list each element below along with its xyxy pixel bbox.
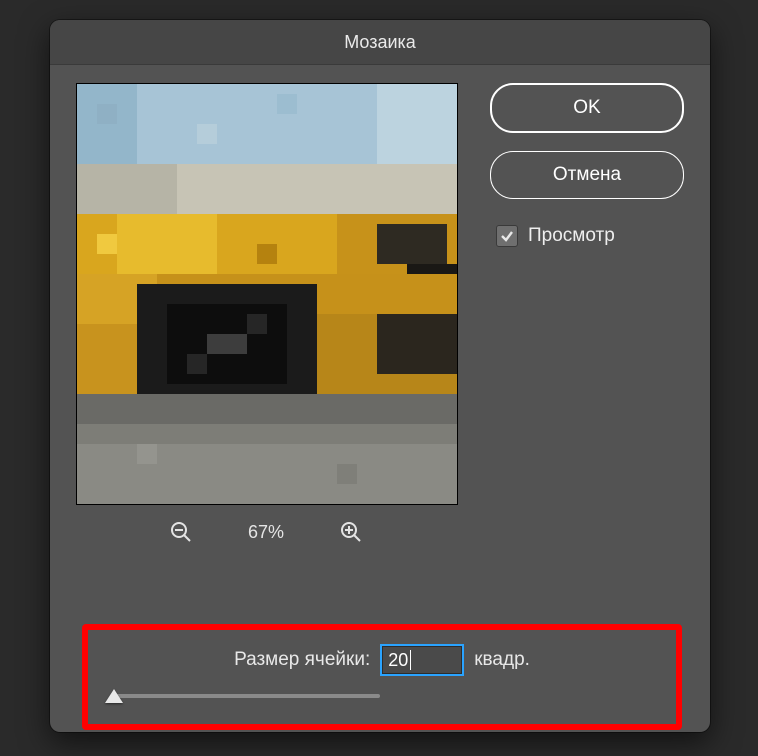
cell-size-label: Размер ячейки:: [234, 649, 370, 671]
dialog-titlebar: Мозаика: [50, 20, 710, 65]
cell-size-panel: Размер ячейки: 20 квадр.: [82, 624, 682, 730]
cell-size-input[interactable]: 20: [380, 644, 464, 676]
mosaic-dialog: Мозаика: [50, 20, 710, 732]
zoom-in-icon[interactable]: [338, 519, 364, 545]
ok-button-label: OK: [573, 97, 600, 119]
preview-image[interactable]: [76, 83, 458, 505]
cancel-button[interactable]: Отмена: [490, 151, 684, 199]
cancel-button-label: Отмена: [553, 164, 621, 186]
zoom-controls: 67%: [76, 519, 456, 545]
ok-button[interactable]: OK: [490, 83, 684, 133]
cell-size-unit: квадр.: [474, 649, 530, 671]
cell-size-value: 20: [388, 650, 408, 671]
preview-checkbox[interactable]: [496, 225, 518, 247]
zoom-level: 67%: [248, 522, 284, 543]
preview-checkbox-label: Просмотр: [528, 225, 615, 247]
cell-size-slider[interactable]: [110, 694, 380, 698]
slider-thumb-icon[interactable]: [105, 689, 123, 703]
dialog-title: Мозаика: [344, 32, 416, 53]
zoom-out-icon[interactable]: [168, 519, 194, 545]
